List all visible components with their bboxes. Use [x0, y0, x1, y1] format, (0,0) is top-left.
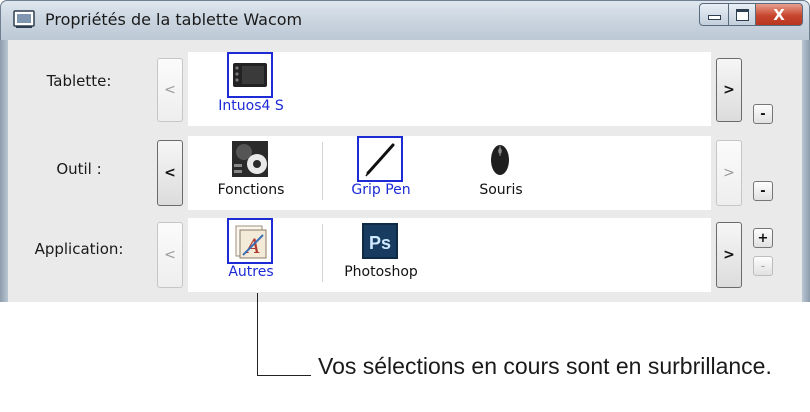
maximize-icon — [735, 8, 749, 21]
tool-item-label: Souris — [479, 182, 523, 198]
window-title: Propriétés de la tablette Wacom — [45, 10, 303, 29]
tablet-next-button[interactable]: > — [716, 58, 742, 122]
application-list: A Autres Ps Photoshop — [188, 218, 711, 292]
tablet-icon — [227, 52, 273, 98]
close-icon: X — [773, 5, 785, 24]
minimize-button[interactable] — [699, 3, 729, 26]
wacom-properties-window: Propriétés de la tablette Wacom X Tablet… — [0, 0, 810, 302]
tool-item-label: Grip Pen — [351, 182, 411, 198]
window-frame-right — [802, 40, 810, 302]
tablet-row-label: Tablette: — [46, 72, 112, 90]
tool-item-label: Fonctions — [217, 182, 285, 198]
pen-icon — [357, 136, 403, 182]
tool-item-grip-pen[interactable]: Grip Pen — [333, 136, 429, 210]
caption-buttons: X — [699, 3, 803, 26]
maximize-button[interactable] — [729, 3, 756, 26]
application-item-all[interactable]: A Autres — [203, 218, 299, 292]
tablet-prev-button[interactable]: < — [157, 58, 183, 122]
tool-row-label: Outil : — [56, 160, 102, 178]
photoshop-icon: Ps — [362, 223, 398, 259]
tool-list: Fonctions Grip Pen Souris — [188, 136, 711, 210]
close-button[interactable]: X — [756, 3, 803, 26]
application-separator — [322, 224, 323, 282]
tool-separator — [322, 142, 323, 200]
application-item-photoshop[interactable]: Ps Photoshop — [333, 218, 429, 292]
tool-prev-button[interactable]: < — [157, 140, 183, 206]
client-area: Tablette: < Intuos4 S > - Outil: < Fonc… — [8, 40, 802, 302]
application-next-button[interactable]: > — [716, 222, 742, 288]
application-row: Application: < A Autres — [8, 218, 802, 292]
tool-row: Outil : < Fonctions Grip Pen Souris > - — [8, 136, 802, 210]
window-frame-left — [0, 40, 8, 302]
minimize-icon — [707, 15, 721, 20]
tablet-item-intuos4s[interactable]: Intuos4 S — [203, 52, 299, 126]
tool-item-functions[interactable]: Fonctions — [203, 136, 299, 210]
application-item-label: Autres — [228, 264, 274, 280]
callout-line-horizontal — [257, 375, 311, 376]
tool-next-button[interactable]: > — [716, 140, 742, 206]
tablet-item-label: Intuos4 S — [218, 98, 284, 114]
tablet-app-icon — [13, 10, 35, 28]
application-add-button[interactable]: + — [753, 228, 773, 248]
tablet-list: Intuos4 S — [188, 52, 711, 126]
application-remove-button[interactable]: - — [753, 256, 773, 276]
mouse-icon — [491, 145, 509, 175]
tablet-remove-button[interactable]: - — [753, 104, 773, 124]
callout-line-vertical — [257, 293, 258, 375]
application-row-label: Application: — [34, 240, 124, 258]
tablet-row: Tablette: < Intuos4 S > - — [8, 52, 802, 126]
callout-text: Vos sélections en cours sont en surbrill… — [318, 353, 772, 379]
application-item-label: Photoshop — [344, 264, 418, 280]
tool-item-mouse[interactable]: Souris — [453, 136, 549, 210]
application-prev-button[interactable]: < — [157, 222, 183, 288]
photoshop-icon-text: Ps — [369, 233, 391, 253]
functions-icon — [232, 141, 268, 177]
title-bar: Propriétés de la tablette Wacom X — [0, 0, 810, 41]
tool-remove-button[interactable]: - — [753, 181, 773, 201]
all-apps-icon: A — [227, 218, 273, 264]
